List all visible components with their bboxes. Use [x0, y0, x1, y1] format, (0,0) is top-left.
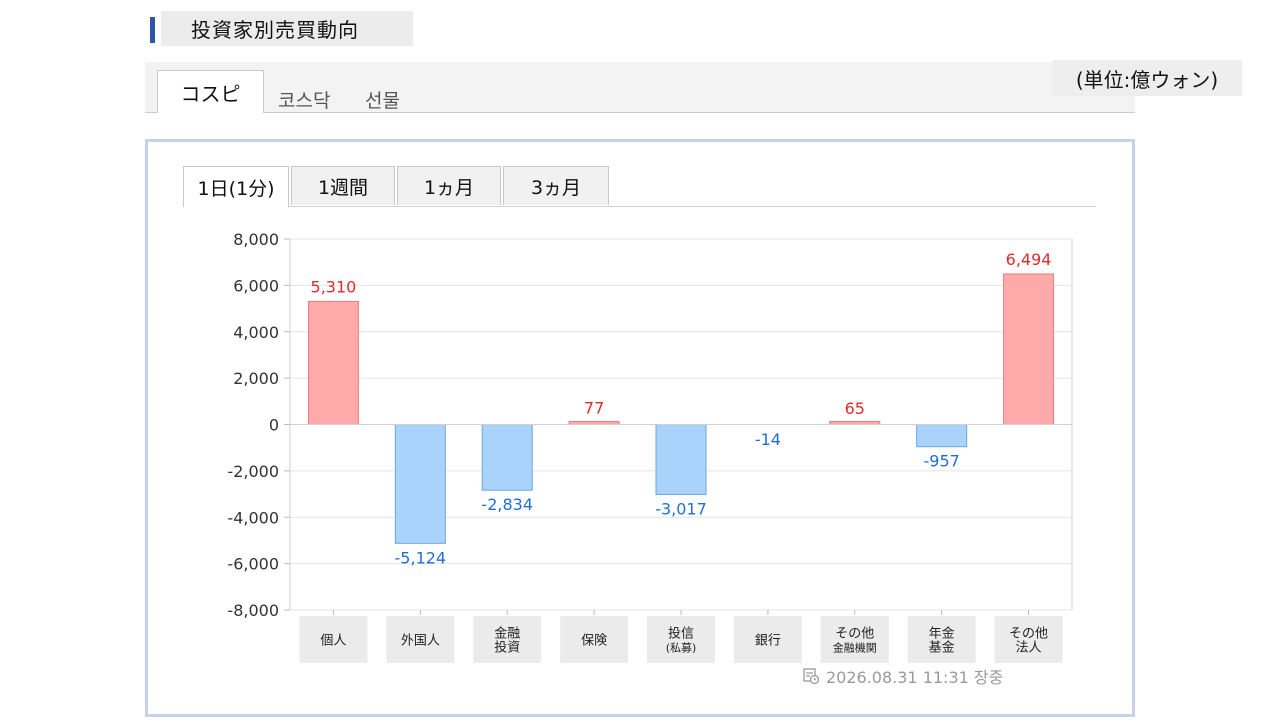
x-category-label: 投信: [668, 626, 694, 642]
timestamp-text: 2026.08.31 11:31 장중: [826, 668, 1004, 687]
bar: [916, 424, 968, 448]
y-tick-label: 8,000: [233, 230, 279, 249]
data-label: -2,834: [481, 495, 533, 514]
bar: [394, 424, 446, 544]
x-category-label: (私募): [666, 642, 697, 655]
y-tick-label: 2,000: [233, 369, 279, 388]
data-label: 77: [584, 399, 604, 418]
data-label: -5,124: [395, 548, 447, 567]
x-category-label: 保険: [581, 634, 607, 649]
bar: [307, 300, 359, 426]
data-label: -14: [755, 430, 781, 449]
bar: [655, 424, 707, 495]
x-category-label: 基金: [929, 640, 955, 656]
x-category-label: 法人: [1016, 641, 1042, 656]
y-tick-label: -8,000: [227, 601, 279, 620]
x-category-label: 金融機関: [833, 641, 877, 655]
bar: [481, 424, 533, 491]
y-tick-label: -6,000: [227, 555, 279, 574]
y-tick-label: 4,000: [233, 323, 279, 342]
y-tick-label: -4,000: [227, 508, 279, 527]
bar: [1003, 273, 1055, 425]
data-label: 65: [845, 399, 865, 418]
data-label: -3,017: [655, 499, 707, 518]
data-label: 5,310: [311, 277, 357, 296]
x-category-label: 金融: [494, 626, 520, 642]
x-category-label: 年金: [929, 626, 955, 642]
x-category-label: その他: [835, 627, 874, 642]
investor-bar-chart: 8,000 6,000 4,000 2,000 0 -2,000 -4,000 -6,000 -…: [227, 230, 1073, 663]
x-category-label: 個人: [320, 634, 346, 649]
timestamp-row: 2026.08.31 11:31 장중: [802, 664, 1003, 688]
data-label: 6,494: [1006, 250, 1052, 269]
x-category-label: その他: [1009, 627, 1048, 642]
x-category-label: 外国人: [401, 634, 440, 649]
y-tick-label: -2,000: [227, 462, 279, 481]
y-tick-label: 6,000: [233, 276, 279, 295]
data-label: -957: [924, 452, 960, 471]
x-category-label: 銀行: [755, 634, 781, 649]
y-tick-label: 0: [269, 416, 279, 435]
calendar-clock-icon: [803, 668, 820, 685]
x-category-label: 投資: [494, 640, 520, 656]
